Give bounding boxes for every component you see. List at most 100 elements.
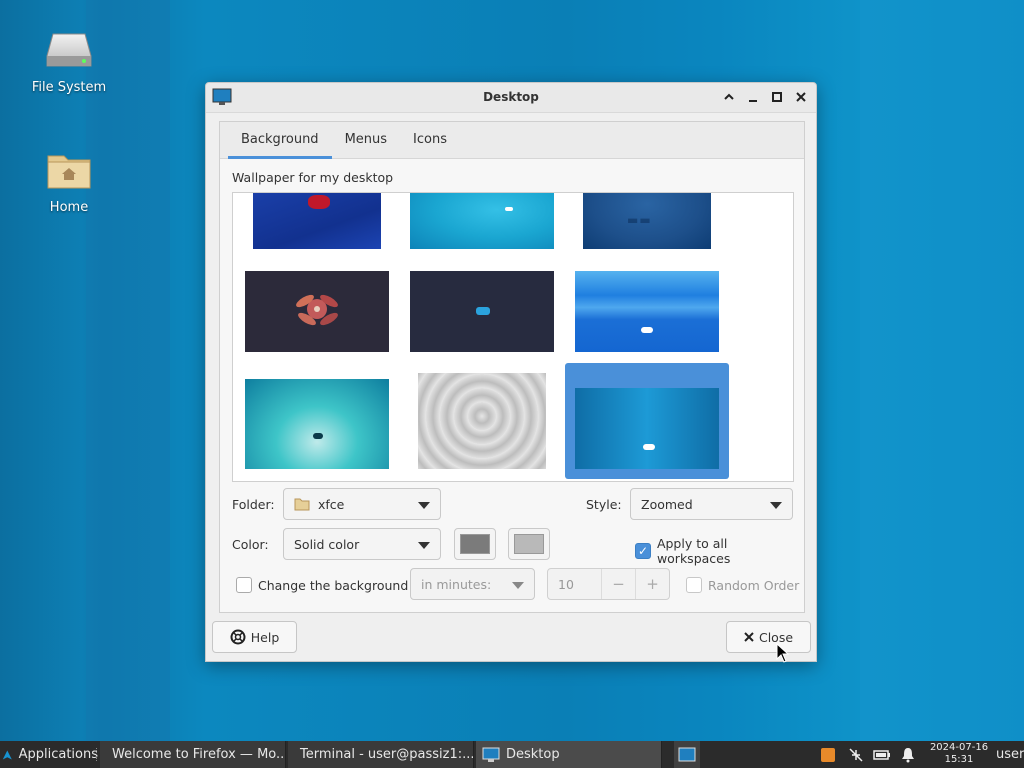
minimize-icon [749, 100, 757, 102]
window-label: Terminal - user@passiz1:... [300, 747, 474, 762]
shade-button[interactable] [722, 89, 736, 105]
drive-icon [46, 33, 92, 67]
desktop-icon-file-system[interactable]: File System [21, 30, 117, 95]
applications-menu-button[interactable]: Applications [2, 741, 98, 768]
clock[interactable]: 2024-07-16 15:31 [924, 742, 994, 766]
checkbox-box [686, 577, 702, 593]
wallpaper-section-label: Wallpaper for my desktop [232, 170, 394, 185]
chevron-down-icon [418, 502, 430, 509]
close-icon [796, 92, 806, 102]
taskbar-window-terminal[interactable]: Terminal - user@passiz1:... [288, 741, 474, 768]
random-order-checkbox[interactable]: Random Order [686, 577, 799, 593]
change-background-label: Change the background [258, 577, 409, 593]
tab-background[interactable]: Background [228, 122, 332, 159]
taskbar-window-desktop[interactable]: Desktop [476, 741, 662, 768]
wallpaper-grid[interactable]: ▬▬ [232, 192, 794, 482]
close-window-button[interactable] [794, 89, 808, 105]
bg-stripe [860, 0, 1024, 741]
wallpaper-thumbnail[interactable] [418, 373, 546, 469]
interval-number: 10 [558, 576, 574, 592]
tab-icons[interactable]: Icons [400, 122, 460, 158]
battery-tray-button[interactable] [872, 741, 892, 768]
battery-icon [873, 749, 890, 760]
style-value: Zoomed [641, 496, 693, 512]
wallpaper-thumbnail[interactable] [245, 379, 389, 469]
bell-icon [902, 747, 914, 762]
color-value: Solid color [294, 536, 360, 552]
color-combo[interactable]: Solid color [283, 528, 441, 560]
chevron-down-icon [418, 542, 430, 549]
taskbar-window-firefox[interactable]: Welcome to Firefox — Mo... [100, 741, 286, 768]
apply-all-workspaces-checkbox[interactable]: ✓ Apply to all workspaces [635, 536, 804, 566]
taskbar: Applications Welcome to Firefox — Mo... … [0, 741, 1024, 768]
maximize-icon [772, 92, 782, 102]
update-icon [821, 747, 835, 762]
secondary-color-swatch [514, 534, 544, 554]
random-order-label: Random Order [708, 577, 800, 593]
wallpaper-thumbnail[interactable] [245, 271, 389, 352]
network-tray-button[interactable] [846, 741, 866, 768]
style-label: Style: [586, 497, 622, 512]
minimize-button[interactable] [746, 89, 760, 105]
tab-menus[interactable]: Menus [332, 122, 400, 158]
mouse-cursor-icon [776, 643, 790, 663]
desktop-settings-window: Desktop Background Menus Icons Wallpaper… [205, 82, 817, 662]
wallpaper-thumbnail[interactable] [410, 271, 554, 352]
apply-all-label: Apply to all workspaces [656, 536, 731, 566]
folder-icon [294, 498, 310, 511]
taskbar-separator [96, 748, 98, 761]
help-icon [230, 629, 246, 645]
wallpaper-thumbnail[interactable] [575, 271, 719, 352]
wallpaper-thumbnail[interactable] [253, 193, 381, 249]
change-background-checkbox[interactable]: Change the background [236, 577, 408, 593]
window-label: Welcome to Firefox — Mo... [112, 747, 286, 762]
interval-value: in minutes: [421, 576, 492, 592]
desktop-settings-icon [482, 747, 500, 762]
interval-spinner[interactable]: 10 − + [547, 568, 670, 600]
increment-button[interactable]: + [635, 569, 669, 599]
bg-stripe [86, 0, 170, 741]
wallpaper-thumbnail-selected[interactable] [575, 388, 719, 469]
arch-logo-icon [2, 749, 12, 760]
help-button[interactable]: Help [212, 621, 297, 653]
maximize-button[interactable] [770, 89, 784, 105]
close-icon [744, 632, 754, 642]
help-label: Help [250, 629, 280, 645]
workspace-icon [678, 747, 696, 761]
checkbox-box [236, 577, 252, 593]
workspace-switcher[interactable] [674, 741, 700, 768]
primary-color-button[interactable] [454, 528, 496, 560]
chevron-down-icon [512, 582, 524, 589]
folder-combo[interactable]: xfce [283, 488, 441, 520]
close-button[interactable]: Close [726, 621, 811, 653]
window-label: Desktop [506, 747, 560, 762]
interval-combo[interactable]: in minutes: [410, 568, 535, 600]
window-titlebar[interactable]: Desktop [206, 83, 816, 113]
flower-art [296, 294, 338, 326]
checkmark-icon: ✓ [635, 543, 651, 559]
notification-tray-icon[interactable] [818, 741, 838, 768]
secondary-color-button[interactable] [508, 528, 550, 560]
chevron-up-icon [724, 93, 734, 100]
chevron-down-icon [770, 502, 782, 509]
network-disconnected-icon [849, 747, 863, 762]
settings-notebook: Background Menus Icons Wallpaper for my … [219, 121, 805, 613]
primary-color-swatch [460, 534, 490, 554]
color-label: Color: [232, 537, 269, 552]
home-folder-icon [47, 155, 91, 189]
style-combo[interactable]: Zoomed [630, 488, 793, 520]
user-menu-button[interactable]: user [996, 741, 1024, 768]
notifications-tray-button[interactable] [898, 741, 918, 768]
desktop-icon-label: Home [49, 200, 89, 215]
tab-bar: Background Menus Icons [220, 122, 804, 159]
clock-date: 2024-07-16 [929, 742, 989, 753]
decrement-button[interactable]: − [601, 569, 635, 599]
wallpaper-thumbnail[interactable] [410, 193, 554, 249]
desktop-icon-home[interactable]: Home [21, 150, 117, 215]
wallpaper-thumbnail[interactable]: ▬▬ [583, 193, 711, 249]
desktop-icon-label: File System [31, 80, 107, 95]
applications-label: Applications [18, 747, 98, 762]
folder-label: Folder: [232, 497, 275, 512]
clock-time: 15:31 [944, 754, 974, 765]
user-label: user [996, 747, 1024, 762]
